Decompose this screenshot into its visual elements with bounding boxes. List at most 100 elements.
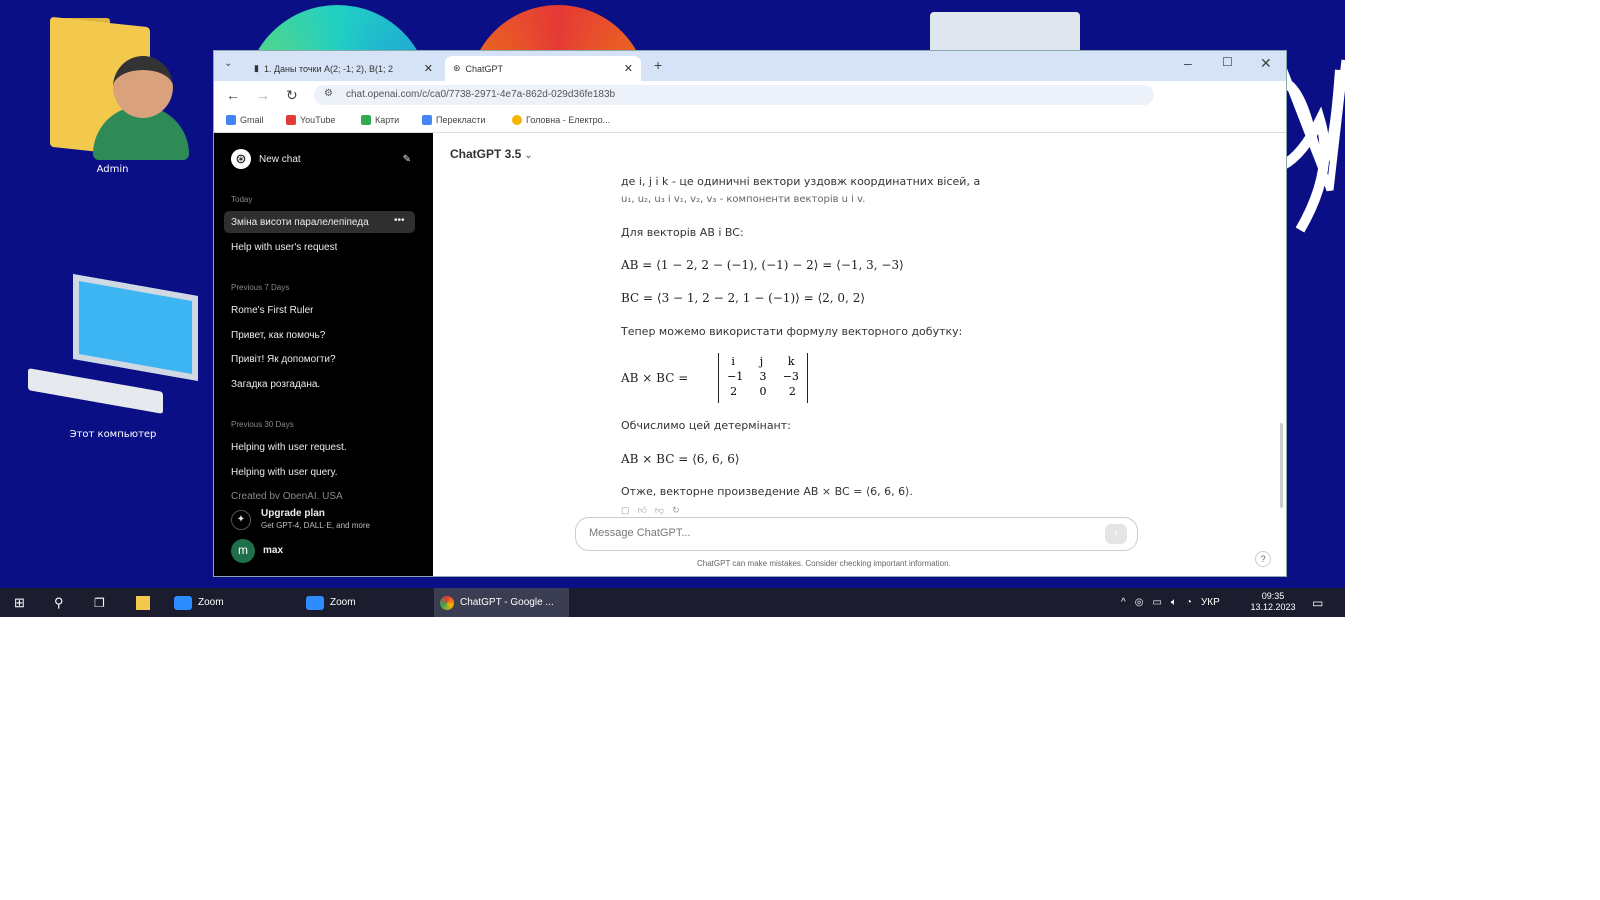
taskbar-app-label: Zoom [198,597,224,608]
more-options-icon[interactable]: ••• [394,215,405,226]
scrollbar[interactable] [1280,423,1283,508]
task-view-icon: ❐ [94,595,105,610]
openai-logo-icon: ⊛ [231,149,251,169]
chat-item[interactable]: Зміна висоти паралелепіпеда [231,217,381,228]
taskbar-app-chrome[interactable]: ChatGPT - Google ... [434,588,569,617]
tab-bar: ⌄ ▮ 1. Даны точки A(2; -1; 2), B(1; 2 ✕ … [214,51,1286,81]
user-profile-button[interactable]: m max [231,539,421,563]
volume-icon[interactable]: 🔈︎ [1171,597,1177,608]
matrix-row: −1 3 −3 [719,370,807,383]
tab-chatgpt[interactable]: ⊛ ChatGPT ✕ [445,56,641,81]
section-header-today: Today [231,195,253,204]
new-tab-plus-icon[interactable]: + [654,57,662,73]
google-icon [226,115,236,125]
tab-math-task[interactable]: ▮ 1. Даны точки A(2; -1; 2), B(1; 2 ✕ [246,56,441,81]
tab-search-icon[interactable]: ⌄ [224,58,232,69]
chat-item[interactable]: Загадка розгадана. [231,379,320,390]
chevron-down-icon: ⌄ [524,150,533,160]
user-name: max [263,545,284,556]
matrix-cell: 0 [759,385,767,398]
battery-icon[interactable]: ▭ [1152,597,1161,608]
bookmark-electro[interactable]: Головна - Електро... [512,115,610,125]
taskbar-app-zoom[interactable]: Zoom [168,588,298,617]
message-input[interactable]: Message ChatGPT... ↑ [575,517,1138,551]
math-equation-ab: AB = ⟨1 − 2, 2 − (−1), (−1) − 2⟩ = ⟨−1, … [621,258,904,272]
help-button[interactable]: ? [1255,551,1271,567]
upgrade-plan-button[interactable]: ✦ Upgrade plan Get GPT-4, DALL·E, and mo… [231,507,421,533]
sparkle-icon: ✦ [231,510,251,530]
notifications-button[interactable]: ▭ [1306,588,1329,617]
chat-item[interactable]: Rome's First Ruler [231,305,313,316]
search-icon: ⚲ [54,594,64,610]
bookmarks-bar: Gmail YouTube Карти Перекласти Головна -… [214,109,1286,133]
chat-item[interactable]: Help with user's request [231,242,337,253]
matrix-cell: k [787,355,795,368]
language-indicator[interactable]: УКР [1201,597,1220,608]
tab-label: 1. Даны точки A(2; -1; 2), B(1; 2 [263,63,394,74]
keyboard-shape [28,368,163,414]
section-header-7-days: Previous 7 Days [231,283,290,292]
new-chat-button[interactable]: ⊛ New chat ✎ [231,149,411,169]
window-close-icon[interactable]: ✕ [1260,55,1272,72]
chat-item[interactable]: Created by OpenAI. USA [231,491,343,499]
search-button[interactable]: ⚲ [48,588,70,617]
desktop-icon-label: Admin [96,164,129,175]
chevron-up-icon[interactable]: ^ [1121,597,1126,608]
reload-icon[interactable]: ↻ [286,87,298,104]
message-actions: ▢ 👍︎ 👎︎ ↻ [621,505,680,516]
bookmark-maps[interactable]: Карти [361,115,399,125]
model-label: ChatGPT 3.5 [450,147,522,161]
chat-item[interactable]: Привіт! Як допомогти? [231,354,336,365]
this-pc-icon[interactable]: Этот компьютер [28,273,198,445]
matrix-cell: 2 [788,385,796,398]
close-icon[interactable]: ✕ [424,62,433,75]
edit-icon[interactable]: ✎ [403,154,411,165]
chat-item[interactable]: Привет, как помочь? [231,330,325,341]
response-line: Отже, векторне произведение AB × BC = ⟨6… [621,485,913,498]
model-selector[interactable]: ChatGPT 3.5 ⌄ [450,147,532,161]
thumbs-down-icon[interactable]: 👎︎ [655,505,664,516]
maximize-icon[interactable]: ☐ [1222,55,1233,69]
response-line: Обчислимо цей детермінант: [621,419,791,432]
url-field[interactable]: ⚙ chat.openai.com/c/ca0/7738-2971-4e7a-8… [314,85,1154,105]
youtube-icon [286,115,296,125]
bookmark-label: YouTube [300,115,336,125]
section-header-30-days: Previous 30 Days [231,420,294,429]
determinant-matrix: i j k −1 3 −3 2 0 2 [718,353,808,403]
monitor-shape [73,273,198,382]
taskbar-app-zoom[interactable]: Zoom [300,588,430,617]
clock[interactable]: 09:35 13.12.2023 [1246,591,1300,613]
bookmark-label: Перекласти [436,115,486,125]
chat-item[interactable]: Helping with user request. [231,442,347,453]
file-explorer-button[interactable] [130,588,156,617]
thumbs-up-icon[interactable]: 👍︎ [638,505,647,516]
clock-time: 09:35 [1261,591,1285,601]
copy-icon[interactable]: ▢ [621,505,630,516]
response-line: де i, j і k - це одиничні вектори уздовж… [621,175,981,188]
bookmark-youtube[interactable]: YouTube [286,115,335,125]
send-icon[interactable]: ↑ [1105,524,1127,544]
system-tray: ^ ◎ ▭ 🔈︎ ◔ УКР [1115,588,1226,617]
admin-user-folder-icon[interactable]: Admin [45,16,189,178]
minimize-icon[interactable]: – [1184,55,1192,71]
task-view-button[interactable]: ❐ [88,588,111,617]
chrome-window: ⌄ ▮ 1. Даны точки A(2; -1; 2), B(1; 2 ✕ … [214,51,1286,576]
wifi-icon[interactable]: ◔ [1186,597,1192,608]
start-button[interactable]: ⊞ [8,588,31,617]
regenerate-icon[interactable]: ↻ [672,505,680,516]
bookmark-gmail[interactable]: Gmail [226,115,264,125]
forward-arrow-icon[interactable]: → [256,87,270,103]
clock-date: 13.12.2023 [1250,602,1296,612]
matrix-cell: −1 [727,370,744,383]
bookmark-label: Gmail [240,115,264,125]
matrix-cell: 3 [759,370,767,383]
bookmark-translate[interactable]: Перекласти [422,115,485,125]
back-arrow-icon[interactable]: ← [226,87,240,103]
translate-icon [422,115,432,125]
site-settings-icon[interactable]: ⚙ [324,88,333,99]
new-chat-label: New chat [259,153,301,165]
close-icon[interactable]: ✕ [624,62,633,75]
network-icon[interactable]: ◎ [1135,597,1144,608]
tab-favicon-icon: ▮ [254,63,259,73]
chat-item[interactable]: Helping with user query. [231,467,338,478]
